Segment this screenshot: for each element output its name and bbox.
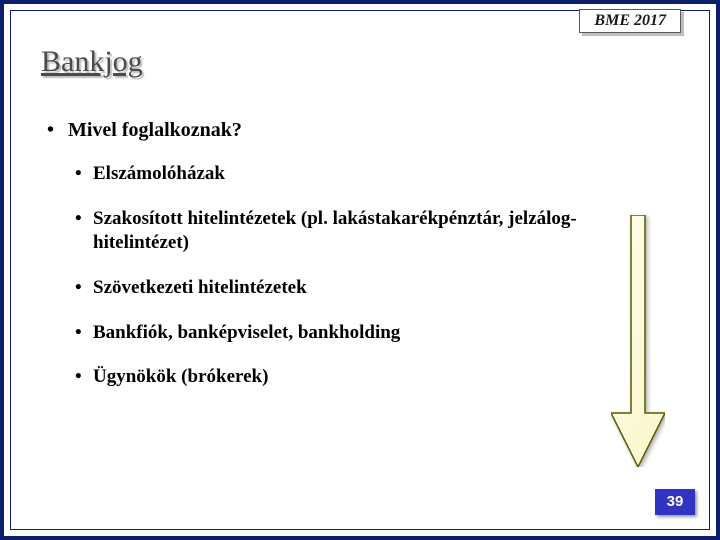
- list-item: Ügynökök (brókerek): [75, 365, 649, 390]
- page-number-text: 39: [667, 493, 684, 510]
- item-text: Szakosított hitelintézetek (pl. lakástak…: [93, 208, 577, 254]
- slide-inner: BME 2017 Bankjog • Mivel foglalkoznak? E…: [10, 10, 710, 530]
- list-item: Elszámolóházak: [75, 162, 649, 187]
- item-text: Ügynökök (brókerek): [93, 366, 268, 387]
- items-list: Elszámolóházak Szakosított hitelintézete…: [75, 162, 649, 390]
- item-text: Elszámolóházak: [93, 163, 225, 184]
- header-label: BME 2017: [594, 12, 666, 29]
- list-item: Szövetkezeti hitelintézetek: [75, 276, 649, 301]
- header-box: BME 2017: [579, 9, 681, 33]
- slide-frame: BME 2017 Bankjog • Mivel foglalkoznak? E…: [0, 0, 720, 540]
- bullet-icon: •: [47, 119, 63, 142]
- slide-title: Bankjog: [41, 45, 143, 79]
- item-text: Szövetkezeti hitelintézetek: [93, 277, 307, 298]
- item-text: Bankfiók, banképviselet, bankholding: [93, 322, 400, 343]
- content-area: • Mivel foglalkoznak? Elszámolóházak Sza…: [47, 119, 649, 410]
- list-item: Bankfiók, banképviselet, bankholding: [75, 321, 649, 346]
- content-heading: • Mivel foglalkoznak?: [47, 119, 649, 142]
- heading-text: Mivel foglalkoznak?: [68, 119, 242, 141]
- list-item: Szakosított hitelintézetek (pl. lakástak…: [75, 207, 649, 256]
- page-number: 39: [655, 489, 695, 515]
